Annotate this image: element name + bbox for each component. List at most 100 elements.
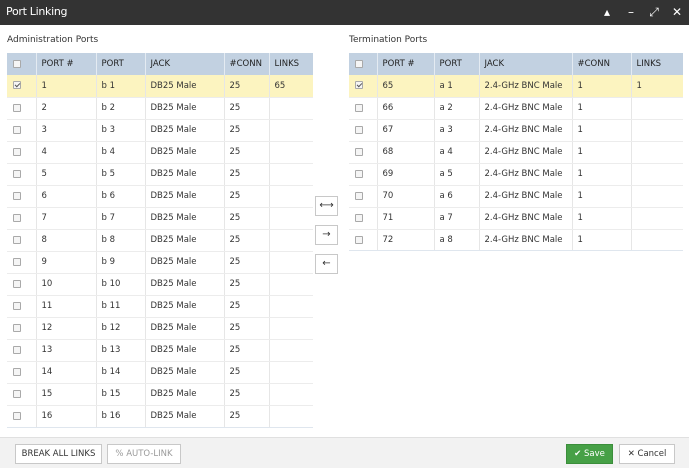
table-row[interactable]: 7b 7 DB25 Male 25 — [7, 207, 313, 230]
row-checkbox-cell[interactable] — [349, 141, 378, 164]
table-row[interactable]: 65 a 1 2.4-GHz BNC Male 1 1 — [349, 75, 683, 98]
table-row[interactable]: 12 b 12 DB25 Male 25 — [7, 317, 313, 340]
row-checkbox[interactable] — [355, 235, 363, 244]
table-row[interactable]: 66 a 2 2.4-GHz BNC Male 1 — [349, 97, 683, 120]
row-checkbox-cell[interactable] — [7, 273, 37, 296]
break-all-links-button[interactable]: BREAK ALL LINKS — [15, 444, 102, 464]
table-row[interactable]: 9b 9 DB25 Male 25 — [7, 251, 313, 274]
row-checkbox-cell[interactable] — [7, 229, 37, 252]
close-icon[interactable]: ✕ — [666, 0, 688, 25]
row-checkbox[interactable] — [355, 103, 363, 112]
table-row[interactable]: 72 a 8 2.4-GHz BNC Male 1 — [349, 229, 683, 250]
row-checkbox[interactable] — [13, 81, 21, 90]
row-checkbox-cell[interactable] — [349, 229, 378, 250]
row-checkbox[interactable] — [355, 147, 363, 156]
table-row[interactable]: 1b 1 DB25 Male 25 65 — [7, 75, 313, 98]
select-all-checkbox[interactable] — [7, 53, 37, 75]
row-checkbox[interactable] — [13, 103, 21, 112]
link-both-button[interactable]: ⟷ — [315, 196, 338, 216]
row-checkbox-cell[interactable] — [7, 361, 37, 384]
row-checkbox[interactable] — [13, 147, 21, 156]
table-row[interactable]: 71 a 7 2.4-GHz BNC Male 1 — [349, 207, 683, 230]
row-checkbox[interactable] — [13, 191, 21, 200]
row-checkbox-cell[interactable] — [7, 163, 37, 186]
link-left-button[interactable]: ← — [315, 254, 338, 274]
row-checkbox[interactable] — [13, 169, 21, 178]
row-checkbox[interactable] — [13, 235, 21, 244]
link-right-button[interactable]: → — [315, 225, 338, 245]
table-row[interactable]: 70 a 6 2.4-GHz BNC Male 1 — [349, 185, 683, 208]
table-row[interactable]: 67 a 3 2.4-GHz BNC Male 1 — [349, 119, 683, 142]
table-row[interactable]: 14 b 14 DB25 Male 25 — [7, 361, 313, 384]
row-checkbox[interactable] — [355, 169, 363, 178]
table-row[interactable]: 69 a 5 2.4-GHz BNC Male 1 — [349, 163, 683, 186]
row-checkbox[interactable] — [13, 323, 21, 332]
table-row[interactable]: 3b 3 DB25 Male 25 — [7, 119, 313, 142]
cell-num: 69 — [377, 163, 435, 186]
termination-ports-table-wrap[interactable]: PORT # PORT JACK #CONN LINKS 65 a 1 2.4-GHz BN… — [349, 53, 683, 251]
row-checkbox-cell[interactable] — [7, 295, 37, 318]
table-row[interactable]: 6b 6 DB25 Male 25 — [7, 185, 313, 208]
row-checkbox[interactable] — [13, 411, 21, 420]
cell-port: b 6 — [96, 185, 146, 208]
cell-jack: DB25 Male — [145, 339, 225, 362]
collapse-icon[interactable]: ▴ — [596, 0, 618, 25]
row-checkbox[interactable] — [13, 213, 21, 222]
titlebar: Port Linking ▴ – ⤢ ✕ — [0, 0, 689, 25]
table-row[interactable]: 15 b 15 DB25 Male 25 — [7, 383, 313, 406]
row-checkbox[interactable] — [355, 191, 363, 200]
row-checkbox[interactable] — [13, 345, 21, 354]
row-checkbox-cell[interactable] — [7, 97, 37, 120]
table-row[interactable]: 16 b 16 DB25 Male 25 — [7, 405, 313, 427]
row-checkbox[interactable] — [13, 301, 21, 310]
row-checkbox[interactable] — [13, 367, 21, 376]
cell-num: 5 — [36, 163, 97, 186]
table-row[interactable]: 68 a 4 2.4-GHz BNC Male 1 — [349, 141, 683, 164]
cell-port: b 10 — [96, 273, 146, 296]
row-checkbox[interactable] — [355, 213, 363, 222]
row-checkbox-cell[interactable] — [349, 207, 378, 230]
column-header: JACK — [479, 53, 573, 75]
table-row[interactable]: 10 b 10 DB25 Male 25 — [7, 273, 313, 296]
row-checkbox-cell[interactable] — [7, 207, 37, 230]
row-checkbox-cell[interactable] — [7, 317, 37, 340]
row-checkbox-cell[interactable] — [7, 141, 37, 164]
table-row[interactable]: 8b 8 DB25 Male 25 — [7, 229, 313, 252]
row-checkbox[interactable] — [13, 125, 21, 134]
row-checkbox-cell[interactable] — [7, 75, 37, 98]
table-row[interactable]: 13 b 13 DB25 Male 25 — [7, 339, 313, 362]
auto-link-button[interactable]: % AUTO-LINK — [107, 444, 181, 464]
row-checkbox-cell[interactable] — [349, 185, 378, 208]
row-checkbox-cell[interactable] — [7, 185, 37, 208]
table-row[interactable]: 4b 4 DB25 Male 25 — [7, 141, 313, 164]
row-checkbox[interactable] — [355, 81, 363, 90]
row-checkbox-cell[interactable] — [349, 75, 378, 98]
row-checkbox[interactable] — [13, 389, 21, 398]
table-row[interactable]: 5b 5 DB25 Male 25 — [7, 163, 313, 186]
checkbox[interactable] — [355, 59, 363, 68]
row-checkbox[interactable] — [13, 279, 21, 288]
column-header: PORT — [96, 53, 146, 75]
row-checkbox-cell[interactable] — [349, 119, 378, 142]
cancel-button[interactable]: ✕ Cancel — [619, 444, 675, 464]
row-checkbox-cell[interactable] — [349, 97, 378, 120]
table-row[interactable]: 2b 2 DB25 Male 25 — [7, 97, 313, 120]
row-checkbox-cell[interactable] — [7, 339, 37, 362]
column-header: #CONN — [224, 53, 270, 75]
select-all-checkbox[interactable] — [349, 53, 378, 75]
row-checkbox[interactable] — [13, 257, 21, 266]
row-checkbox-cell[interactable] — [7, 119, 37, 142]
row-checkbox-cell[interactable] — [349, 163, 378, 186]
row-checkbox[interactable] — [355, 125, 363, 134]
minimize-icon[interactable]: – — [620, 0, 642, 25]
checkbox[interactable] — [13, 59, 21, 68]
admin-ports-table-wrap[interactable]: PORT # PORT JACK #CONN LINKS 1b 1 DB25 Male 25… — [7, 53, 313, 428]
row-checkbox-cell[interactable] — [7, 405, 37, 427]
row-checkbox-cell[interactable] — [7, 251, 37, 274]
save-button[interactable]: ✔ Save — [566, 444, 613, 464]
cell-conn: 1 — [572, 75, 632, 98]
row-checkbox-cell[interactable] — [7, 383, 37, 406]
maximize-icon[interactable]: ⤢ — [643, 0, 665, 25]
cell-jack: DB25 Male — [145, 405, 225, 427]
table-row[interactable]: 11 b 11 DB25 Male 25 — [7, 295, 313, 318]
